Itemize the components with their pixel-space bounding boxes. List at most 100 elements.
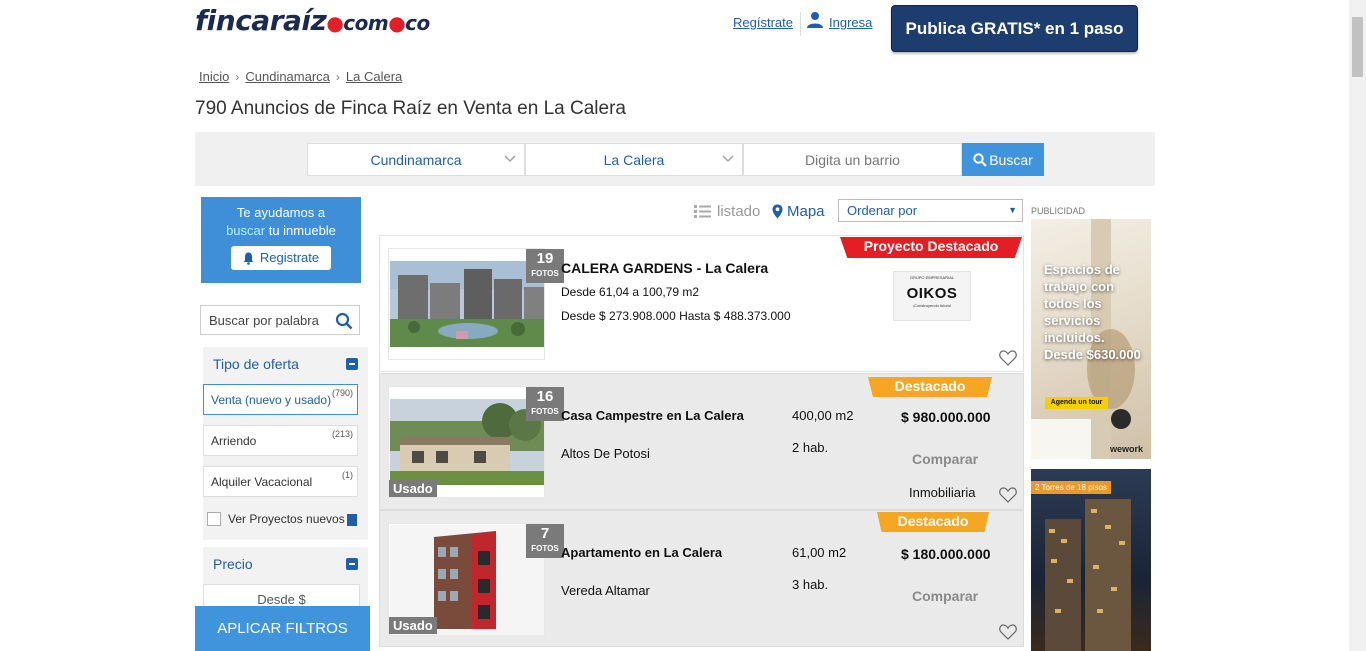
list-view-toggle[interactable]: listado [694, 203, 760, 220]
listing-card[interactable]: Destacado 16 FOTOS Usado Casa Campestre … [379, 373, 1024, 510]
projects-checkbox-row[interactable]: Ver Proyectos nuevos [207, 512, 345, 526]
breadcrumb-inicio[interactable]: Inicio [199, 69, 229, 84]
offer-option-count: (790) [331, 388, 353, 398]
listing-rooms: 2 hab. [792, 440, 829, 455]
listing-area: 61,00 m2 [792, 545, 847, 560]
listing-price-range: Desde $ 273.908.000 Hasta $ 488.373.000 [561, 309, 791, 323]
projects-checkbox[interactable] [207, 512, 221, 526]
scrollbar-thumb[interactable] [1352, 17, 1363, 77]
ad-cta-button[interactable]: Agenda un tour [1045, 397, 1108, 409]
ad-text: Espacios de trabajo con todos los servic… [1044, 262, 1141, 362]
featured-badge: Destacado [868, 377, 992, 397]
logo-text: fincaraíz [195, 4, 327, 37]
offer-option-arriendo[interactable]: Arriendo (213) [203, 425, 358, 456]
developer-logo-text: OIKOS [906, 285, 958, 302]
sort-label: Ordenar por [847, 203, 918, 218]
compare-button[interactable]: Comparar [912, 588, 978, 604]
apply-filters-button[interactable]: APLICAR FILTROS [195, 606, 370, 651]
listing-image [390, 399, 544, 485]
featured-badge: Destacado [877, 512, 989, 532]
search-button-label: Buscar [989, 151, 1033, 168]
breadcrumb-cundinamarca[interactable]: Cundinamarca [245, 69, 330, 84]
developer-logo-top: GRUPO EMPRESARIAL [909, 275, 955, 280]
condition-badge: Usado [389, 480, 437, 497]
favorite-heart-icon[interactable] [999, 487, 1017, 503]
ad-brand: wework [1109, 444, 1143, 454]
listing-location: Altos De Potosi [561, 446, 650, 461]
header-divider [800, 12, 801, 36]
offer-option-label: Alquiler Vacacional [211, 474, 313, 489]
dropdown-arrow-icon: ▼ [1008, 205, 1017, 215]
chevron-down-icon [722, 155, 734, 162]
help-text-line1: Te ayudamos a [236, 205, 326, 220]
building-icon [347, 514, 357, 526]
photo-count-badge: 16 FOTOS [526, 387, 564, 421]
collapse-icon[interactable] [346, 358, 358, 370]
keyword-placeholder: Buscar por palabra [209, 312, 319, 328]
ad-banner-wework[interactable]: Espacios de trabajo con todos los servic… [1031, 219, 1151, 459]
logo-co: co [405, 11, 430, 35]
photo-count-label: FOTOS [531, 544, 559, 553]
seller-type: Inmobiliaria [909, 485, 976, 500]
neighborhood-input[interactable]: Digita un barrio [743, 143, 962, 176]
ad-banner-towers[interactable]: 2 Torres de 18 pisos [1031, 469, 1151, 651]
photo-count-badge: 19 FOTOS [526, 249, 564, 283]
photo-count: 7 [540, 525, 550, 542]
sort-select[interactable]: Ordenar por ▼ [838, 199, 1023, 222]
listing-photo[interactable]: 7 FOTOS Usado [388, 523, 564, 635]
projects-checkbox-label: Ver Proyectos nuevos [228, 512, 345, 526]
photo-count: 16 [536, 388, 554, 405]
city-value: La Calera [603, 151, 665, 168]
bell-icon [243, 252, 254, 265]
search-icon[interactable] [335, 312, 353, 330]
user-icon[interactable] [806, 11, 824, 29]
page-scrollbar[interactable] [1349, 0, 1366, 651]
developer-logo-bottom: ¡Construyendo futuro! [912, 303, 952, 308]
listing-location: Vereda Altamar [561, 583, 650, 598]
map-view-label: Mapa [787, 203, 825, 220]
offer-option-count: (1) [342, 470, 353, 480]
site-logo[interactable]: fincaraíz●com●co [195, 4, 430, 37]
listing-card[interactable]: Proyecto Destacado 19 FOTOS CALERA GARDE… [379, 235, 1024, 372]
offer-option-alquiler-vacacional[interactable]: Alquiler Vacacional (1) [203, 466, 358, 497]
register-link[interactable]: Regístrate [733, 15, 793, 30]
search-bar: Cundinamarca La Calera Digita un barrio … [195, 132, 1155, 186]
favorite-heart-icon[interactable] [999, 350, 1017, 366]
listing-price: $ 180.000.000 [901, 546, 991, 562]
advertising-label: PUBLICIDAD [1031, 206, 1086, 216]
listing-title[interactable]: Casa Campestre en La Calera [561, 408, 744, 423]
listing-price: $ 980.000.000 [901, 409, 991, 425]
offer-type-header[interactable]: Tipo de oferta [203, 347, 368, 380]
map-view-toggle[interactable]: Mapa [772, 203, 825, 220]
breadcrumb-la-calera[interactable]: La Calera [346, 69, 402, 84]
listing-title[interactable]: CALERA GARDENS - La Calera [561, 260, 768, 276]
publish-button[interactable]: Publica GRATIS* en 1 paso [891, 5, 1138, 52]
collapse-icon[interactable] [346, 558, 358, 570]
listing-title[interactable]: Apartamento en La Calera [561, 545, 722, 560]
search-button[interactable]: Buscar [962, 143, 1044, 176]
map-pin-icon [772, 204, 783, 219]
department-select[interactable]: Cundinamarca [307, 143, 525, 176]
listing-area: 400,00 m2 [792, 408, 854, 423]
listing-area: Desde 61,04 a 100,79 m2 [561, 285, 700, 299]
photo-count-badge: 7 FOTOS [526, 524, 564, 558]
department-value: Cundinamarca [370, 151, 462, 168]
page: fincaraíz●com●co Regístrate Ingresa Publ… [0, 0, 1366, 651]
list-icon [694, 205, 711, 218]
favorite-heart-icon[interactable] [999, 624, 1017, 640]
help-register-button[interactable]: Registrate [231, 246, 331, 270]
developer-logo[interactable]: GRUPO EMPRESARIAL OIKOS ¡Construyendo fu… [893, 271, 971, 321]
listing-photo[interactable]: 19 FOTOS [388, 248, 564, 360]
login-link[interactable]: Ingresa [829, 15, 872, 30]
photo-count: 19 [536, 250, 554, 267]
photo-count-label: FOTOS [531, 269, 559, 278]
breadcrumb: Inicio › Cundinamarca › La Calera [199, 69, 402, 84]
city-select[interactable]: La Calera [525, 143, 743, 176]
price-header[interactable]: Precio [203, 547, 368, 580]
search-icon [973, 152, 987, 167]
offer-option-venta[interactable]: Venta (nuevo y usado) (790) [203, 384, 358, 415]
keyword-search-input[interactable]: Buscar por palabra [200, 305, 360, 335]
listing-photo[interactable]: 16 FOTOS Usado [388, 386, 564, 498]
listing-card[interactable]: Destacado 7 FOTOS Usado Apartamento en L… [379, 510, 1024, 647]
compare-button[interactable]: Comparar [912, 451, 978, 467]
